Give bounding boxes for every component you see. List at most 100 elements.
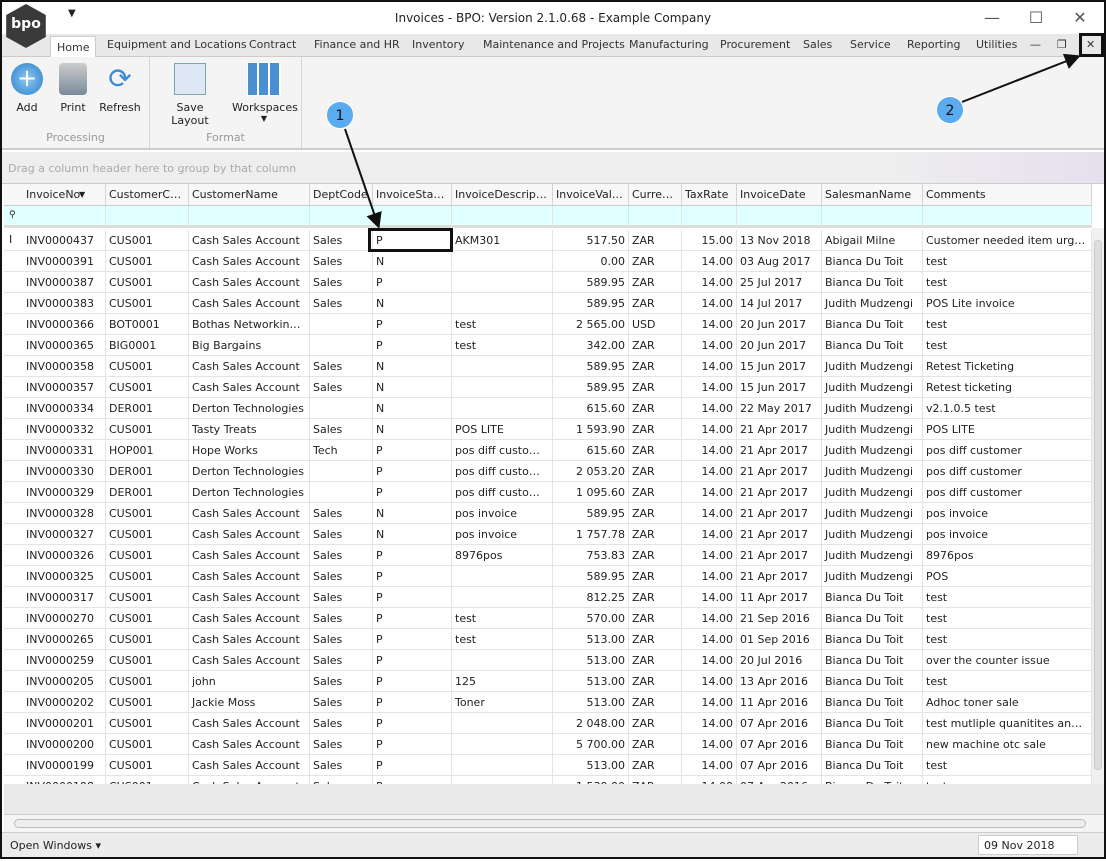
column-header-invoice-status[interactable]: InvoiceStatus <box>373 184 452 205</box>
table-row[interactable]: INV0000329 DER001 Derton Technologies Ppos … <box>4 482 1092 503</box>
filter-cell-invoice-status[interactable] <box>373 206 452 227</box>
column-header-currency[interactable]: Currency <box>629 184 682 205</box>
cell-customer-name: Derton Technologies <box>189 398 310 419</box>
filter-cell-invoice-date[interactable] <box>737 206 822 227</box>
tab-maintenance[interactable]: Maintenance and Projects <box>483 38 625 51</box>
tab-service[interactable]: Service <box>850 38 891 51</box>
filter-cell-invoice-description[interactable] <box>452 206 553 227</box>
table-row[interactable]: INV0000332 CUS001 Tasty Treats Sales N POS LI… <box>4 419 1092 440</box>
table-row[interactable]: INV0000202 CUS001 Jackie Moss Sales P Toner 51… <box>4 692 1092 713</box>
cell-currency: ZAR <box>629 587 682 608</box>
filter-cell-invoice-value[interactable] <box>553 206 629 227</box>
table-row[interactable]: INV0000265 CUS001 Cash Sales Account Sales P… <box>4 629 1092 650</box>
table-row[interactable]: INV0000205 CUS001 john Sales P 125 513.00 ZAR 14… <box>4 671 1092 692</box>
group-by-panel[interactable]: Drag a column header here to group by th… <box>2 152 1104 184</box>
cell-salesman-name: Judith Mudzengi <box>822 461 923 482</box>
print-button[interactable]: Print <box>56 63 90 114</box>
table-row[interactable]: INV0000330 DER001 Derton Technologies Ppos … <box>4 461 1092 482</box>
vertical-scroll-thumb[interactable] <box>1094 240 1102 770</box>
column-header-invoice-description[interactable]: InvoiceDescription <box>452 184 553 205</box>
cell-invoice-no: INV0000270 <box>23 608 106 629</box>
table-row[interactable]: INV0000201 CUS001 Cash Sales Account Sales P… <box>4 713 1092 734</box>
table-row[interactable]: INV0000326 CUS001 Cash Sales Account Sales P… <box>4 545 1092 566</box>
column-header-salesman-name[interactable]: SalesmanName <box>822 184 923 205</box>
open-windows-button[interactable]: Open Windows ▾ <box>10 839 101 852</box>
column-header-customer-name[interactable]: CustomerName <box>189 184 310 205</box>
date-field[interactable]: 09 Nov 2018 <box>978 835 1078 855</box>
table-row[interactable]: INV0000365 BIG0001 Big Bargains Ptest 342.00… <box>4 335 1092 356</box>
cell-comments: test <box>923 587 1092 608</box>
vertical-scrollbar[interactable] <box>1092 228 1104 784</box>
filter-row[interactable]: ⚲ <box>4 206 1092 228</box>
table-row[interactable]: INV0000366 BOT0001 Bothas Networking inc Pt… <box>4 314 1092 335</box>
table-row[interactable]: INV0000259 CUS001 Cash Sales Account Sales P… <box>4 650 1092 671</box>
tab-manufacturing[interactable]: Manufacturing <box>629 38 709 51</box>
table-row[interactable]: INV0000334 DER001 Derton Technologies N 615.… <box>4 398 1092 419</box>
tab-reporting[interactable]: Reporting <box>907 38 960 51</box>
column-header-dept-code[interactable]: DeptCode <box>310 184 373 205</box>
horizontal-scrollbar[interactable] <box>4 814 1104 832</box>
cell-invoice-status: N <box>373 356 452 377</box>
tab-inventory[interactable]: Inventory <box>412 38 465 51</box>
cell-comments: POS LITE <box>923 419 1092 440</box>
maximize-button[interactable]: ☐ <box>1016 6 1056 30</box>
table-row[interactable]: INV0000387 CUS001 Cash Sales Account Sales P… <box>4 272 1092 293</box>
table-row[interactable]: INV0000317 CUS001 Cash Sales Account Sales P… <box>4 587 1092 608</box>
cell-currency: USD <box>629 314 682 335</box>
save-layout-button[interactable]: Save Layout <box>158 63 222 127</box>
table-row[interactable]: INV0000327 CUS001 Cash Sales Account Sales N… <box>4 524 1092 545</box>
filter-cell-customer-name[interactable] <box>189 206 310 227</box>
table-row[interactable]: INV0000328 CUS001 Cash Sales Account Sales N… <box>4 503 1092 524</box>
cell-invoice-description <box>452 650 553 671</box>
mdi-minimize-button[interactable]: — <box>1030 38 1041 51</box>
filter-cell-dept-code[interactable] <box>310 206 373 227</box>
column-header-comments[interactable]: Comments <box>923 184 1092 205</box>
tab-procurement[interactable]: Procurement <box>720 38 790 51</box>
column-header-invoice-no[interactable]: InvoiceNo <box>23 184 106 205</box>
mdi-restore-button[interactable]: ❐ <box>1057 38 1067 51</box>
cell-invoice-value: 517.50 <box>553 230 629 251</box>
filter-cell-comments[interactable] <box>923 206 1092 227</box>
refresh-button[interactable]: ⟳ Refresh <box>98 63 142 115</box>
tab-equipment[interactable]: Equipment and Locations <box>107 38 247 51</box>
filter-cell-currency[interactable] <box>629 206 682 227</box>
tab-sales[interactable]: Sales <box>803 38 832 51</box>
table-row[interactable]: I INV0000437 CUS001 Cash Sales Account Sales… <box>4 230 1092 251</box>
filter-cell-customer-code[interactable] <box>106 206 189 227</box>
column-header-invoice-date[interactable]: InvoiceDate <box>737 184 822 205</box>
filter-cell-invoice-no[interactable] <box>23 206 106 227</box>
horizontal-scroll-thumb[interactable] <box>14 819 1086 828</box>
table-row[interactable]: INV0000270 CUS001 Cash Sales Account Sales P… <box>4 608 1092 629</box>
table-row[interactable]: INV0000198CUS001Cash Sales AccountSalesP… <box>4 776 1092 784</box>
table-row[interactable]: INV0000325 CUS001 Cash Sales Account Sales P… <box>4 566 1092 587</box>
filter-cell-salesman-name[interactable] <box>822 206 923 227</box>
table-row[interactable]: INV0000331 HOP001 Hope Works Tech Ppos diff … <box>4 440 1092 461</box>
tab-utilities[interactable]: Utilities <box>976 38 1017 51</box>
sort-dropdown-icon[interactable]: ▼ <box>79 184 85 206</box>
table-row[interactable]: INV0000200 CUS001 Cash Sales Account Sales P… <box>4 734 1092 755</box>
tab-finance[interactable]: Finance and HR <box>314 38 400 51</box>
tab-contract[interactable]: Contract <box>249 38 296 51</box>
minimize-button[interactable]: — <box>972 6 1012 30</box>
cell-invoice-date: 03 Aug 2017 <box>737 251 822 272</box>
table-row[interactable]: INV0000357 CUS001 Cash Sales Account Sales N… <box>4 377 1092 398</box>
table-row[interactable]: INV0000383 CUS001 Cash Sales Account Sales N… <box>4 293 1092 314</box>
table-row[interactable]: INV0000199 CUS001 Cash Sales Account Sales P… <box>4 755 1092 776</box>
invoice-grid: InvoiceNo CustomerCode CustomerName DeptCod… <box>4 184 1104 784</box>
add-button[interactable]: + Add <box>10 63 44 114</box>
table-row[interactable]: INV0000391 CUS001 Cash Sales Account Sales N… <box>4 251 1092 272</box>
cell-invoice-status: P <box>373 587 452 608</box>
cell-comments: Adhoc toner sale <box>923 692 1092 713</box>
column-header-customer-code[interactable]: CustomerCode <box>106 184 189 205</box>
cell-salesman-name: Bianca Du Toit <box>822 629 923 650</box>
cell-customer-name: Bothas Networking inc <box>189 314 310 335</box>
column-header-invoice-value[interactable]: InvoiceValue <box>553 184 629 205</box>
filter-cell-tax-rate[interactable] <box>682 206 737 227</box>
tab-home[interactable]: Home <box>50 36 97 58</box>
table-row[interactable]: INV0000358 CUS001 Cash Sales Account Sales N… <box>4 356 1092 377</box>
column-header-tax-rate[interactable]: TaxRate <box>682 184 737 205</box>
add-icon: + <box>11 63 43 95</box>
quick-access-dropdown-icon[interactable]: ▼ <box>68 8 76 19</box>
close-window-button[interactable]: ✕ <box>1060 6 1100 30</box>
workspaces-button[interactable]: Workspaces ▼ <box>232 62 298 123</box>
